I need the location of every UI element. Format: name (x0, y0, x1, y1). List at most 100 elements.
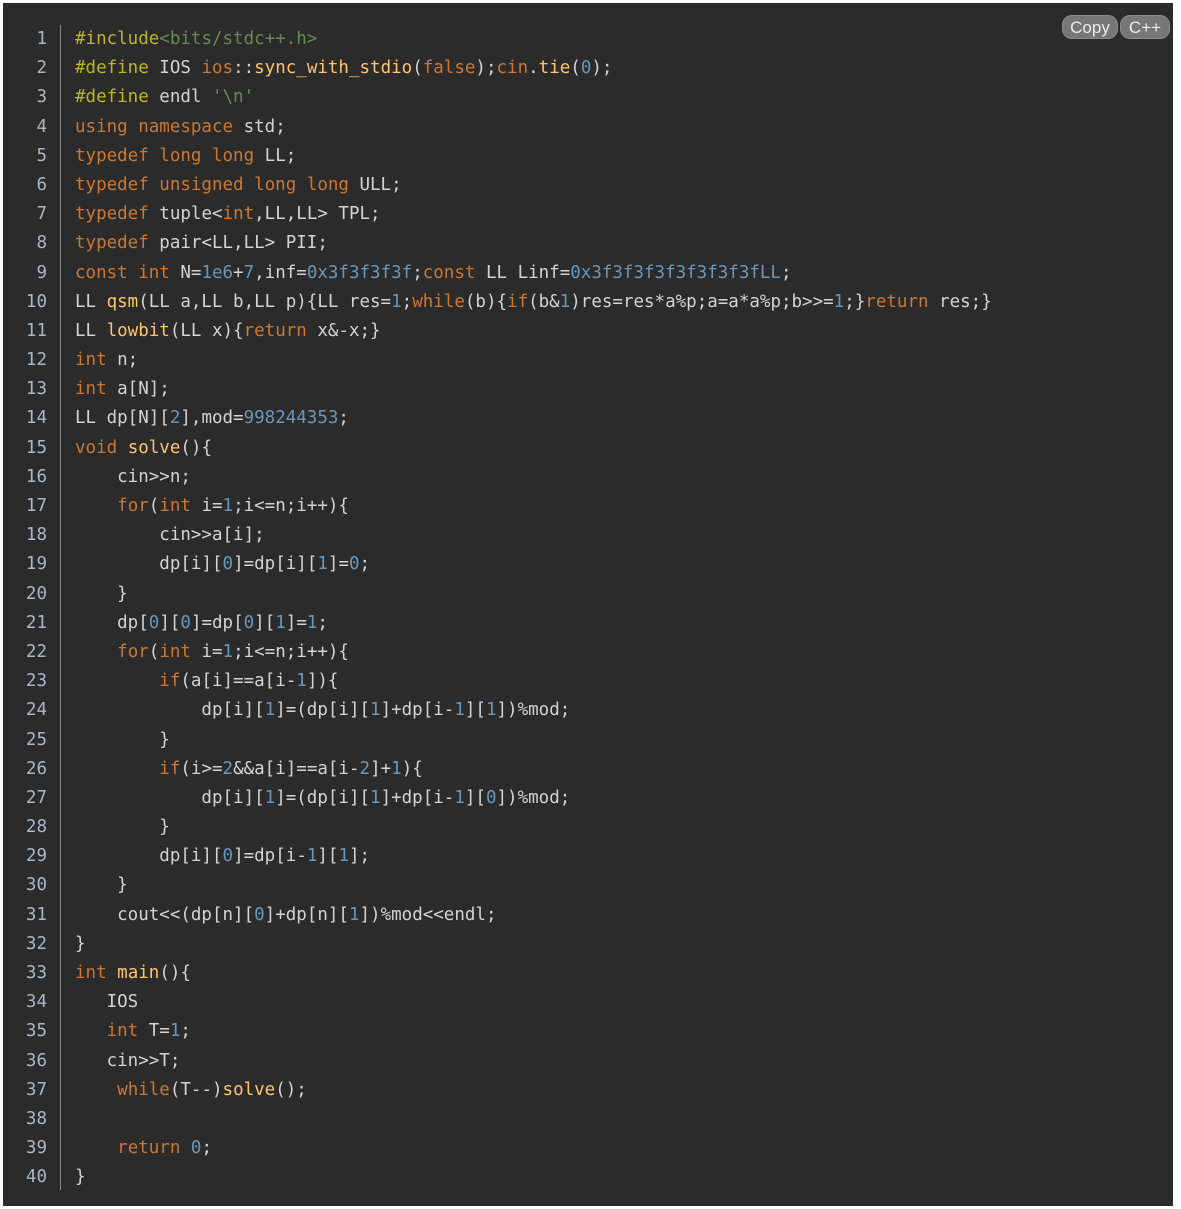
code-line: #include<bits/stdc++.h> (75, 25, 1173, 54)
code-token: 0 (222, 846, 234, 867)
code-line: IOS (75, 988, 1173, 1017)
code-token: } (75, 583, 128, 604)
code-token: (); (275, 1079, 307, 1100)
code-content[interactable]: #include<bits/stdc++.h>#define IOS ios::… (75, 25, 1173, 1193)
code-token: LL; (254, 145, 297, 166)
code-token: 1e6 (201, 262, 234, 283)
code-token: ; (317, 612, 328, 633)
code-token: res;} (928, 291, 992, 312)
code-token: 1 (391, 291, 402, 312)
code-line: cin>>n; (75, 463, 1173, 492)
line-number: 21 (25, 612, 47, 633)
code-line: while(T--)solve(); (75, 1076, 1173, 1105)
line-number: 6 (36, 174, 47, 195)
code-line: typedef pair<LL,LL> PII; (75, 229, 1173, 258)
code-token: IOS (75, 992, 139, 1013)
code-token: 1 (275, 612, 286, 633)
code-line: } (75, 930, 1173, 959)
line-number: 3 (36, 87, 47, 108)
code-token: ,LL,LL> TPL; (254, 204, 381, 225)
code-token: ]; (349, 846, 371, 867)
code-line: if(i>=2&&a[i]==a[i-2]+1){ (75, 755, 1173, 784)
code-token: typedef (75, 233, 149, 254)
code-token: ])%mod<<endl; (359, 904, 497, 925)
code-token: (){ (159, 963, 191, 983)
code-token: dp[i][ (75, 554, 223, 575)
language-badge[interactable]: C++ (1120, 15, 1170, 39)
code-token: main (117, 963, 160, 983)
code-token: ]+dp[i- (380, 787, 455, 808)
code-token: } (75, 729, 170, 750)
code-token: ios (201, 58, 234, 79)
copy-button[interactable]: Copy (1062, 15, 1118, 39)
line-number: 4 (36, 116, 47, 137)
line-number: 22 (25, 641, 47, 662)
line-number: 38 (25, 1108, 47, 1129)
code-token: x&-x;} (306, 320, 381, 341)
code-token: int (75, 350, 107, 371)
line-number: 26 (25, 758, 47, 779)
code-token: 0 (180, 612, 191, 633)
line-number: 37 (25, 1079, 47, 1100)
code-token: void (75, 437, 118, 458)
code-token: (b){ (464, 291, 508, 312)
code-line: using namespace std; (75, 113, 1173, 142)
code-token: } (75, 875, 128, 896)
code-token: 1 (306, 846, 318, 867)
line-number: 25 (25, 729, 47, 750)
code-token: ;} (844, 291, 866, 312)
code-token: ]=dp[ (190, 612, 244, 633)
code-token: ){ (401, 758, 423, 779)
code-line: } (75, 1163, 1173, 1192)
code-token: solve (127, 437, 181, 458)
code-token: ( (148, 496, 160, 516)
code-token: 0 (485, 787, 497, 808)
line-number: 11 (25, 320, 47, 341)
code-token: lowbit (106, 320, 170, 341)
code-token: } (75, 1167, 86, 1188)
line-number: 10 (25, 291, 47, 312)
code-token: 1 (348, 904, 360, 925)
code-token: ( (148, 641, 160, 662)
line-number: 29 (25, 846, 47, 867)
code-token: (LL x){ (169, 320, 244, 341)
code-line: int a[N]; (75, 375, 1173, 404)
code-token: ULL; (348, 174, 402, 195)
code-token: 0 (580, 58, 592, 79)
code-token: 2 (222, 758, 234, 779)
line-number: 15 (25, 437, 47, 458)
code-line: dp[i][0]=dp[i-1][1]; (75, 842, 1173, 871)
code-token: dp[i][ (75, 846, 223, 867)
code-token: (){ (180, 437, 212, 458)
code-token: '\n' (211, 87, 255, 108)
code-token: . (528, 58, 539, 79)
code-token: :: (233, 58, 255, 79)
code-token: dp[i][ (75, 787, 265, 808)
code-line: dp[i][0]=dp[i][1]=0; (75, 550, 1173, 579)
code-line: typedef long long LL; (75, 142, 1173, 171)
code-token: ][ (254, 612, 276, 633)
code-token: (b& (528, 291, 560, 312)
code-token: 0 (243, 612, 255, 633)
code-token: ( (412, 58, 423, 79)
line-number: 27 (25, 787, 47, 808)
code-line: if(a[i]==a[i-1]){ (75, 667, 1173, 696)
code-token: int (106, 1021, 139, 1042)
code-token: cin>>T; (75, 1050, 181, 1071)
code-token: 1 (370, 787, 381, 808)
code-line: int main(){ (75, 959, 1173, 988)
code-token: #define (75, 58, 149, 79)
code-token: n; (106, 350, 139, 371)
code-token: const (422, 262, 476, 283)
code-token: 998244353 (243, 408, 339, 429)
code-token: 1 (222, 496, 234, 516)
code-token: ]+ (370, 758, 392, 779)
code-line: void solve(){ (75, 434, 1173, 463)
code-token: dp[i][ (75, 700, 265, 721)
code-token: 1 (296, 671, 307, 692)
code-token: ][ (464, 700, 486, 721)
code-block: 1 2 3 4 5 6 7 8 9 10 11 12 13 14 15 16 17 18 19 20 21 22 23 24 2… (3, 3, 1173, 1206)
code-token: 0 (190, 1138, 202, 1159)
